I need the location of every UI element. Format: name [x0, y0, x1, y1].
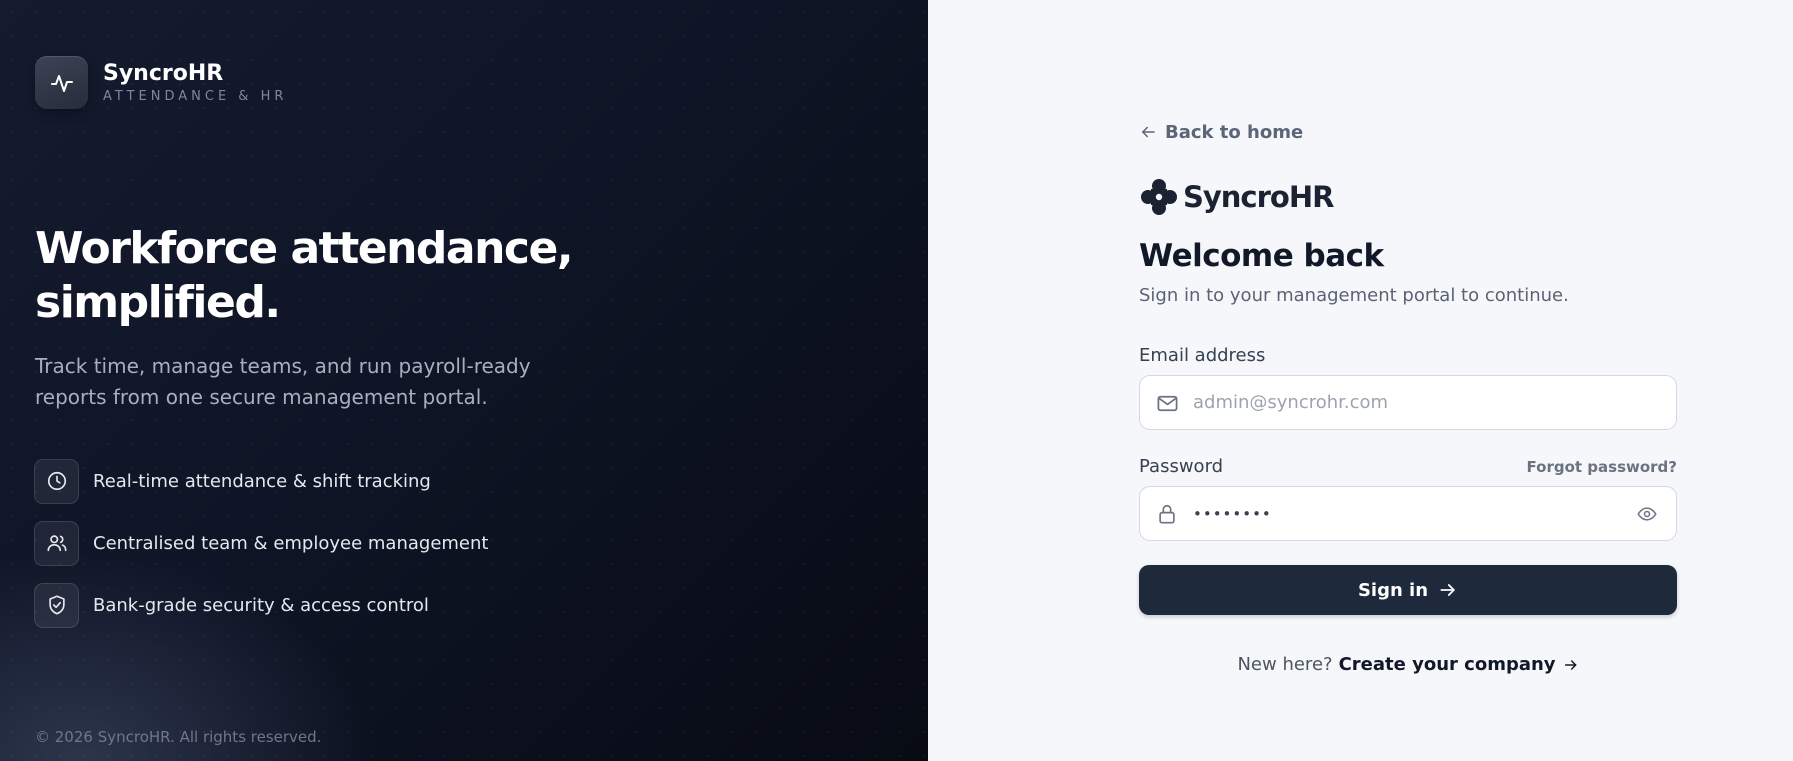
email-group: Email address [1139, 345, 1677, 430]
lock-icon [1159, 504, 1175, 524]
feature-item: Centralised team & employee management [34, 520, 488, 566]
feature-label: Centralised team & employee management [93, 532, 489, 554]
logo-text: SyncroHR [1183, 180, 1334, 214]
email-input[interactable] [1193, 382, 1613, 423]
forgot-password-link[interactable]: Forgot password? [1527, 458, 1678, 476]
new-here-text: New here? [1237, 654, 1333, 675]
login-panel: Back to home SyncroHR Welcome back Sign … [928, 0, 1793, 761]
email-label: Email address [1139, 345, 1266, 366]
feature-list: Real-time attendance & shift tracking Ce… [34, 458, 488, 644]
syncrohr-logo-icon [1141, 179, 1177, 215]
show-password-eye-icon[interactable] [1636, 504, 1658, 524]
password-input[interactable] [1193, 493, 1613, 534]
feature-label: Bank-grade security & access control [93, 594, 429, 616]
password-label: Password [1139, 456, 1224, 477]
brand-tagline: ATTENDANCE & HR [103, 89, 288, 104]
arrow-right-icon [1440, 584, 1455, 596]
copyright: © 2026 SyncroHR. All rights reserved. [35, 728, 322, 746]
login-form: Back to home SyncroHR Welcome back Sign … [1139, 120, 1677, 675]
arrow-right-icon [1564, 659, 1576, 670]
syncrohr-logo: SyncroHR [1139, 175, 1677, 219]
mail-icon [1157, 395, 1178, 412]
clock-icon [34, 458, 79, 504]
hero-title-line-2: simplified. [35, 277, 281, 328]
create-company-link[interactable]: Create your company [1339, 654, 1579, 675]
users-icon [34, 520, 79, 566]
sign-in-button[interactable]: Sign in [1139, 565, 1677, 615]
signup-prompt: New here? Create your company [1139, 654, 1677, 675]
arrow-left-icon [1142, 126, 1155, 138]
hero-description: Track time, manage teams, and run payrol… [35, 354, 531, 409]
activity-pulse-icon [35, 56, 88, 109]
hero: Workforce attendance, simplified. Track … [35, 222, 595, 413]
password-group: Password Forgot password? [1139, 456, 1677, 541]
back-to-home-link[interactable]: Back to home [1139, 120, 1677, 144]
marketing-panel: SyncroHR ATTENDANCE & HR Workforce atten… [0, 0, 928, 761]
feature-item: Bank-grade security & access control [34, 582, 488, 628]
create-company-label: Create your company [1338, 654, 1556, 675]
password-input-box [1139, 486, 1677, 541]
hero-title: Workforce attendance, simplified. [35, 222, 595, 330]
sign-in-label: Sign in [1357, 579, 1429, 601]
back-to-home-label: Back to home [1165, 121, 1304, 143]
page-subtitle: Sign in to your management portal to con… [1139, 285, 1569, 306]
feature-label: Real-time attendance & shift tracking [93, 470, 431, 492]
hero-title-line-1: Workforce attendance, [35, 223, 574, 274]
brand-header: SyncroHR ATTENDANCE & HR [35, 56, 287, 109]
email-input-box [1139, 375, 1677, 430]
brand-name: SyncroHR [103, 61, 224, 86]
shield-check-icon [34, 582, 79, 628]
feature-item: Real-time attendance & shift tracking [34, 458, 488, 504]
page-title: Welcome back [1139, 238, 1384, 274]
